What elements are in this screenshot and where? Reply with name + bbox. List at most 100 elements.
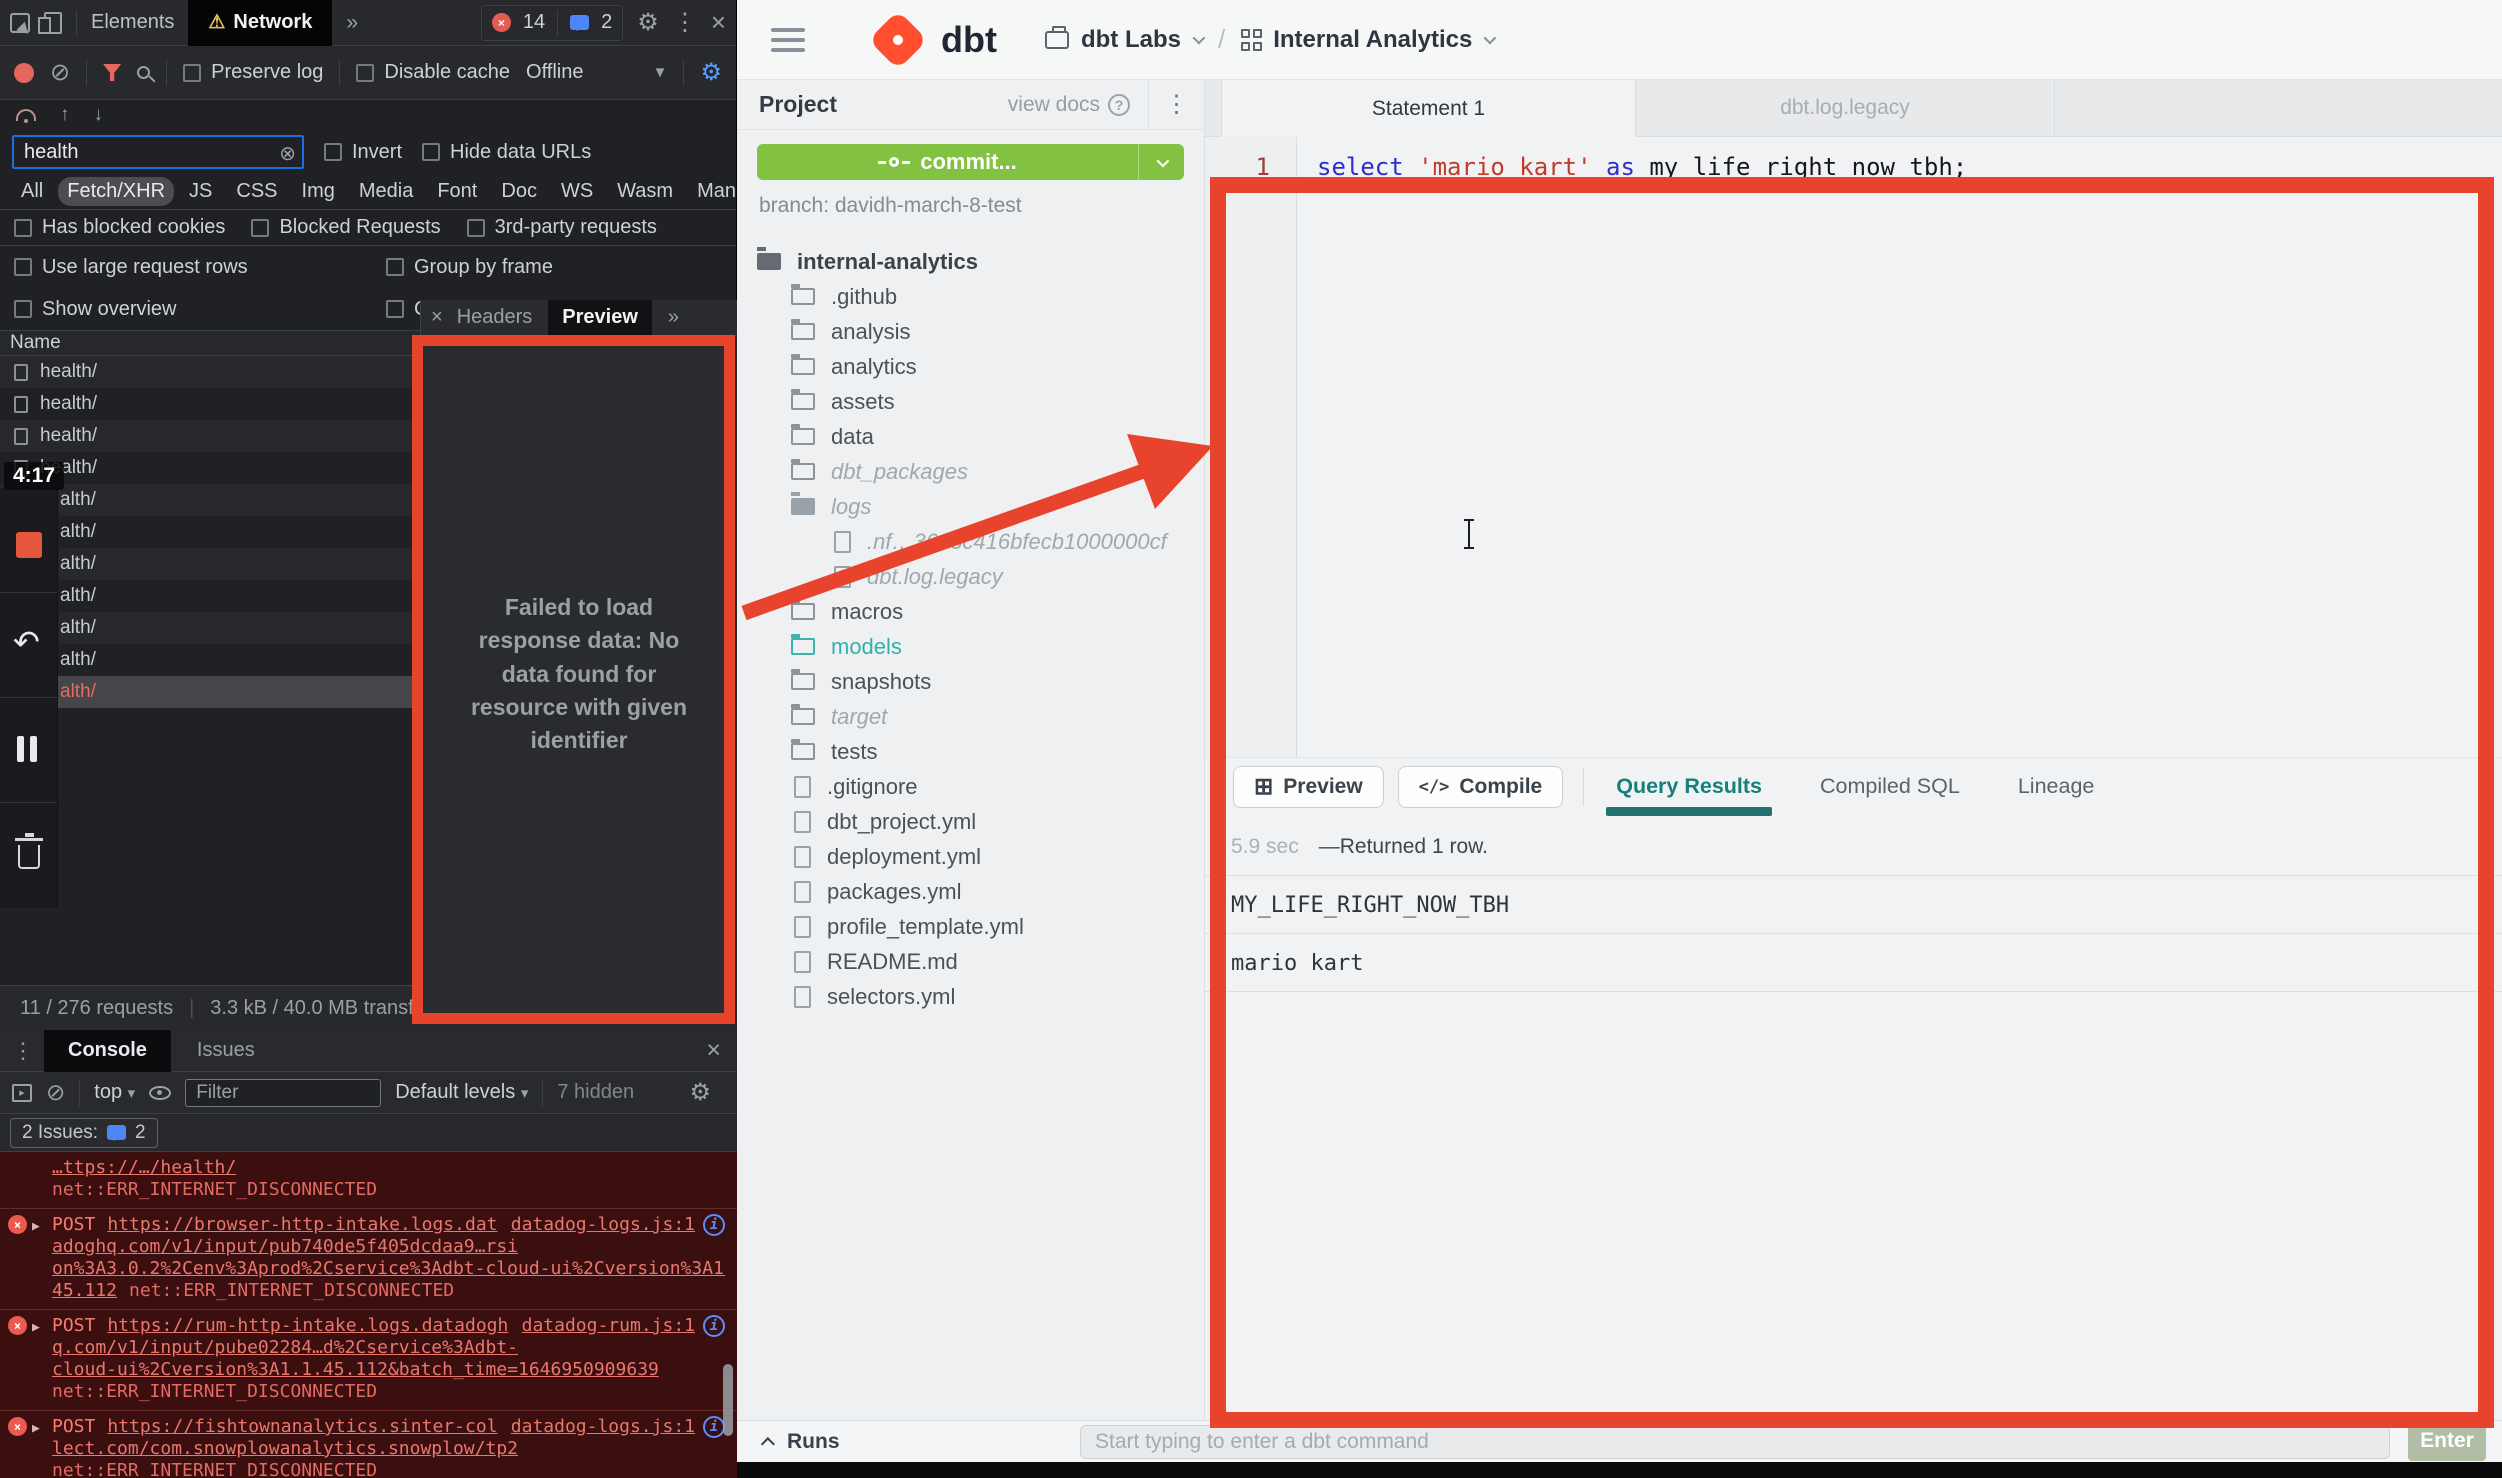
type-filter[interactable]: CSS [227, 177, 286, 206]
type-filter[interactable]: Wasm [608, 177, 682, 206]
trash-icon[interactable] [18, 845, 40, 869]
filter-funnel-icon[interactable] [103, 64, 121, 81]
type-filter[interactable]: Img [293, 177, 344, 206]
search-icon[interactable] [137, 66, 150, 79]
tree-item[interactable]: dbt_project.yml [737, 804, 1204, 839]
tab-console[interactable]: Console [44, 1030, 171, 1072]
tree-item[interactable]: README.md [737, 944, 1204, 979]
type-filter[interactable]: Font [428, 177, 486, 206]
type-filter[interactable]: Doc [492, 177, 546, 206]
close-devtools-icon[interactable]: × [711, 7, 726, 38]
preview-button[interactable]: ⊞ Preview [1233, 766, 1384, 808]
commit-button[interactable]: commit... [757, 144, 1184, 180]
network-request-row[interactable]: alth/ [0, 612, 420, 644]
type-filter[interactable]: WS [552, 177, 602, 206]
invert-checkbox[interactable]: Invert [324, 141, 402, 164]
console-scrollbar[interactable] [723, 1364, 733, 1436]
clear-console-icon[interactable]: ⊘ [46, 1079, 65, 1106]
disable-cache-checkbox[interactable]: Disable cache [356, 61, 510, 84]
tab-network[interactable]: ⚠ Network [188, 0, 332, 46]
settings-gear-icon[interactable]: ⚙ [637, 8, 659, 37]
info-icon[interactable]: i [703, 1315, 725, 1337]
blocked-cookies-checkbox[interactable]: Has blocked cookies [14, 216, 225, 239]
compile-button[interactable]: </> Compile [1398, 766, 1564, 808]
close-detail-icon[interactable]: × [431, 306, 443, 329]
network-request-row[interactable]: alth/ [0, 548, 420, 580]
console-sidebar-icon[interactable]: ▸ [12, 1084, 32, 1102]
console-error[interactable]: …ttps://…/health/ net::ERR_INTERNET_DISC… [0, 1152, 737, 1208]
tree-item[interactable]: internal-analytics [737, 244, 1204, 279]
tree-item[interactable]: assets [737, 384, 1204, 419]
tab-elements[interactable]: Elements [91, 11, 174, 34]
console-error[interactable]: ▶ POST https://browser-http-intake.logs.… [0, 1208, 737, 1309]
stop-recording-icon[interactable] [16, 532, 42, 558]
enter-button[interactable]: Enter [2408, 1421, 2486, 1461]
network-request-row[interactable]: health/ [0, 356, 420, 388]
console-error[interactable]: ▶ POST https://rum-http-intake.logs.data… [0, 1309, 737, 1410]
info-icon[interactable]: i [703, 1214, 725, 1236]
network-conditions-gear-icon[interactable]: ⚙ [700, 58, 722, 87]
large-rows-checkbox[interactable]: Use large request rows [14, 256, 386, 279]
network-filter-input[interactable] [12, 135, 304, 169]
console-error[interactable]: ▶ POST https://fishtownanalytics.sinter-… [0, 1410, 737, 1478]
tree-item[interactable]: .nf…3665c416bfecb1000000cf [737, 524, 1204, 559]
group-by-frame-checkbox[interactable]: Group by frame [386, 256, 553, 279]
issues-chip[interactable]: 2 Issues: 2 [10, 1118, 158, 1148]
network-request-row[interactable]: health/ [0, 420, 420, 452]
tab-dbt-log-legacy[interactable]: dbt.log.legacy [1636, 80, 2055, 136]
tree-item[interactable]: models [737, 629, 1204, 664]
expand-triangle-icon[interactable]: ▶ [32, 1216, 40, 1238]
view-docs-link[interactable]: view docs ? [1008, 93, 1130, 117]
source-link[interactable]: datadog-logs.js:1 [511, 1214, 695, 1236]
tree-item[interactable]: profile_template.yml [737, 909, 1204, 944]
throttling-select[interactable]: Offline [526, 61, 583, 84]
third-party-checkbox[interactable]: 3rd-party requests [467, 216, 657, 239]
live-expression-icon[interactable] [149, 1086, 171, 1100]
sql-editor[interactable]: 1 select 'mario kart' as my_life_right_n… [1205, 137, 2502, 757]
tab-lineage[interactable]: Lineage [2018, 758, 2095, 816]
project-kebab-icon[interactable]: ⋮ [1148, 80, 1204, 129]
network-request-row[interactable]: health/ [0, 388, 420, 420]
source-link[interactable]: datadog-logs.js:1 [511, 1416, 695, 1438]
more-detail-tabs-icon[interactable]: » [668, 306, 679, 329]
network-request-row[interactable]: alth/ [0, 676, 420, 708]
tree-item[interactable]: dbt.log.legacy [737, 559, 1204, 594]
kebab-menu-icon[interactable]: ⋮ [673, 8, 697, 37]
tab-headers[interactable]: Headers [457, 306, 533, 329]
network-request-row[interactable]: alth/ [0, 580, 420, 612]
type-filter[interactable]: JS [180, 177, 221, 206]
tree-item[interactable]: analytics [737, 349, 1204, 384]
tree-item[interactable]: logs [737, 489, 1204, 524]
close-console-icon[interactable]: × [706, 1036, 721, 1065]
pause-icon[interactable] [17, 736, 24, 762]
context-select[interactable]: top ▾ [94, 1081, 135, 1104]
tree-item[interactable]: selectors.yml [737, 979, 1204, 1014]
type-filter[interactable]: All [12, 177, 52, 206]
type-filter[interactable]: Fetch/XHR [58, 177, 174, 206]
tree-item[interactable]: snapshots [737, 664, 1204, 699]
commit-dropdown[interactable] [1138, 144, 1184, 180]
clear-filter-icon[interactable]: ⊗ [279, 141, 296, 166]
tree-item[interactable]: target [737, 699, 1204, 734]
project-switcher[interactable]: Internal Analytics [1241, 26, 1493, 54]
tree-item[interactable]: tests [737, 734, 1204, 769]
log-levels-select[interactable]: Default levels ▾ [395, 1081, 528, 1104]
tree-item[interactable]: .github [737, 279, 1204, 314]
request-list-header[interactable]: Name [0, 331, 420, 356]
console-kebab-icon[interactable]: ⋮ [12, 1038, 34, 1064]
preserve-log-checkbox[interactable]: Preserve log [183, 61, 323, 84]
network-request-row[interactable]: alth/ [0, 516, 420, 548]
info-icon[interactable]: i [703, 1416, 725, 1438]
record-icon[interactable] [14, 63, 34, 83]
expand-triangle-icon[interactable]: ▶ [32, 1317, 40, 1339]
dbt-command-input[interactable] [1080, 1425, 2390, 1459]
expand-triangle-icon[interactable]: ▶ [32, 1418, 40, 1440]
network-conditions-icon[interactable] [16, 109, 36, 121]
hamburger-menu-icon[interactable] [771, 28, 805, 52]
tree-item[interactable]: dbt_packages [737, 454, 1204, 489]
dbt-logo-icon[interactable] [868, 10, 927, 69]
tree-item[interactable]: macros [737, 594, 1204, 629]
runs-toggle[interactable]: Runs [737, 1430, 840, 1454]
console-filter-input[interactable] [185, 1079, 381, 1107]
console-settings-gear-icon[interactable]: ⚙ [689, 1078, 711, 1107]
